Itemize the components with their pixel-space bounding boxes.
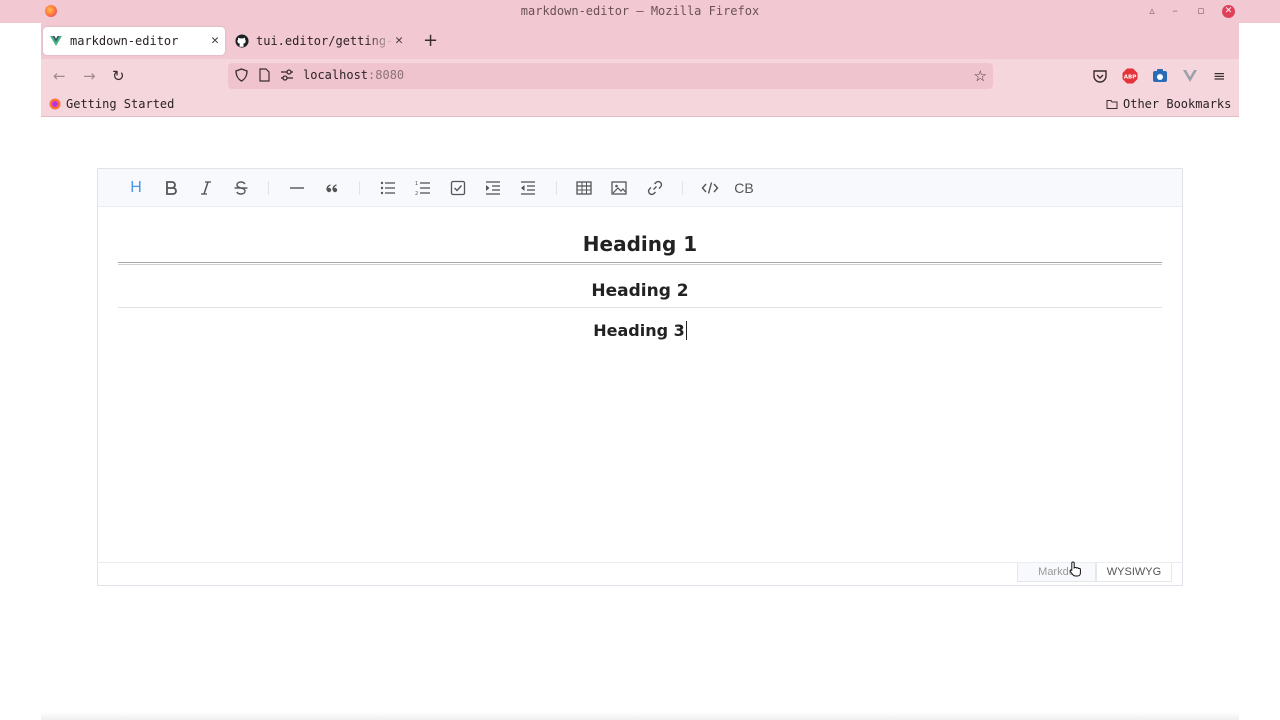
folder-icon xyxy=(1106,100,1118,109)
quote-button[interactable] xyxy=(321,178,343,198)
pocket-icon[interactable] xyxy=(1092,68,1108,84)
outdent-button[interactable] xyxy=(517,178,539,198)
tab-label: tui.editor/getting-started xyxy=(256,34,394,48)
strikethrough-icon xyxy=(234,181,248,195)
toolbar-divider xyxy=(556,181,557,195)
other-bookmarks[interactable]: Other Bookmarks xyxy=(1106,97,1231,111)
table-button[interactable] xyxy=(573,178,595,198)
heading-1[interactable]: Heading 1 xyxy=(118,232,1162,256)
heading-1-underline xyxy=(118,262,1162,265)
link-button[interactable] xyxy=(644,178,666,198)
markdown-editor: H 12 CB Heading 1 Heading 2 Heading 3 Ma… xyxy=(97,168,1183,586)
extension-icon[interactable] xyxy=(1152,68,1168,84)
image-icon xyxy=(611,181,627,195)
checkbox-icon xyxy=(450,180,466,196)
bullet-list-button[interactable] xyxy=(377,178,399,198)
minimize-window-icon[interactable]: – xyxy=(1168,4,1182,17)
new-tab-icon[interactable]: + xyxy=(423,32,438,50)
toolbar-divider xyxy=(682,181,683,195)
back-arrow-icon[interactable]: ← xyxy=(53,67,66,85)
wysiwyg-content[interactable]: Heading 1 Heading 2 Heading 3 xyxy=(98,207,1182,562)
italic-icon xyxy=(201,181,211,195)
navigation-bar: ← → ↻ localhost:8080 ☆ ABP ≡ xyxy=(41,59,1239,93)
tab-label: markdown-editor xyxy=(70,34,179,48)
forward-arrow-icon[interactable]: → xyxy=(83,67,96,85)
italic-button[interactable] xyxy=(195,178,217,198)
bold-button[interactable] xyxy=(160,178,182,198)
github-icon xyxy=(235,34,249,48)
task-list-button[interactable] xyxy=(447,178,469,198)
window-bottom-edge xyxy=(41,712,1239,720)
window-titlebar: markdown-editor — Mozilla Firefox ▵ – ▫ … xyxy=(0,0,1280,23)
toolbar-divider xyxy=(359,181,360,195)
shade-window-icon[interactable]: ▵ xyxy=(1145,4,1159,17)
hr-button[interactable] xyxy=(286,178,308,198)
svg-text:1: 1 xyxy=(415,181,418,187)
editor-toolbar: H 12 CB xyxy=(98,169,1182,207)
codeblock-button[interactable]: CB xyxy=(732,178,756,198)
vue-devtools-icon[interactable] xyxy=(1182,68,1198,84)
window-title: markdown-editor — Mozilla Firefox xyxy=(520,4,760,18)
url-bar[interactable]: localhost:8080 ☆ xyxy=(228,63,993,89)
vue-icon xyxy=(50,36,62,46)
close-tab-icon[interactable]: ✕ xyxy=(395,33,403,48)
menu-hamburger-icon[interactable]: ≡ xyxy=(1213,67,1226,85)
close-tab-icon[interactable]: ✕ xyxy=(211,33,219,48)
page-icon[interactable] xyxy=(259,68,270,82)
strike-button[interactable] xyxy=(230,178,252,198)
indent-icon xyxy=(486,181,500,195)
wysiwyg-mode-tab[interactable]: WYSIWYG xyxy=(1096,563,1172,582)
desktop-right-margin xyxy=(1239,0,1280,720)
svg-text:ABP: ABP xyxy=(1124,75,1136,81)
adblock-plus-icon[interactable]: ABP xyxy=(1122,68,1138,84)
tab-tui-editor[interactable]: tui.editor/getting-started ✕ xyxy=(233,27,409,55)
ordered-list-button[interactable]: 12 xyxy=(412,178,434,198)
indent-button[interactable] xyxy=(482,178,504,198)
markdown-mode-tab[interactable]: Markdo xyxy=(1017,563,1096,582)
mode-switch-bar: Markdo WYSIWYG xyxy=(98,562,1182,585)
code-button[interactable] xyxy=(699,178,721,198)
heading-3[interactable]: Heading 3 xyxy=(118,321,1162,340)
url-text[interactable]: localhost:8080 xyxy=(303,68,404,82)
code-icon xyxy=(701,182,719,194)
desktop-left-margin xyxy=(0,0,41,720)
bold-icon xyxy=(166,181,177,195)
close-window-icon[interactable]: ✕ xyxy=(1222,5,1235,18)
permissions-icon[interactable] xyxy=(280,68,294,82)
toolbar-divider xyxy=(268,181,269,195)
hand-cursor-icon xyxy=(1069,561,1081,577)
shield-icon[interactable] xyxy=(235,68,248,82)
tab-strip: markdown-editor ✕ tui.editor/getting-sta… xyxy=(41,23,1239,59)
svg-text:2: 2 xyxy=(415,191,418,197)
table-icon xyxy=(576,181,592,195)
link-icon xyxy=(647,180,663,196)
ordered-list-icon: 12 xyxy=(415,181,430,197)
firefox-icon xyxy=(49,98,61,110)
tab-markdown-editor[interactable]: markdown-editor ✕ xyxy=(43,27,225,55)
heading-2-underline xyxy=(118,307,1162,308)
heading-2[interactable]: Heading 2 xyxy=(118,281,1162,301)
bookmark-getting-started[interactable]: Getting Started xyxy=(49,97,174,111)
bookmark-star-icon[interactable]: ☆ xyxy=(974,67,987,85)
outdent-icon xyxy=(521,181,535,195)
horizontal-rule-icon xyxy=(290,187,304,189)
text-caret xyxy=(685,321,687,340)
reload-icon[interactable]: ↻ xyxy=(112,67,125,85)
bullet-list-icon xyxy=(380,181,395,195)
image-button[interactable] xyxy=(608,178,630,198)
heading-button[interactable]: H xyxy=(125,178,147,198)
browser-window: markdown-editor — Mozilla Firefox ▵ – ▫ … xyxy=(0,0,1280,720)
bookmarks-toolbar: Getting Started Other Bookmarks xyxy=(41,93,1239,117)
maximize-window-icon[interactable]: ▫ xyxy=(1194,4,1208,17)
quote-icon xyxy=(326,184,338,193)
